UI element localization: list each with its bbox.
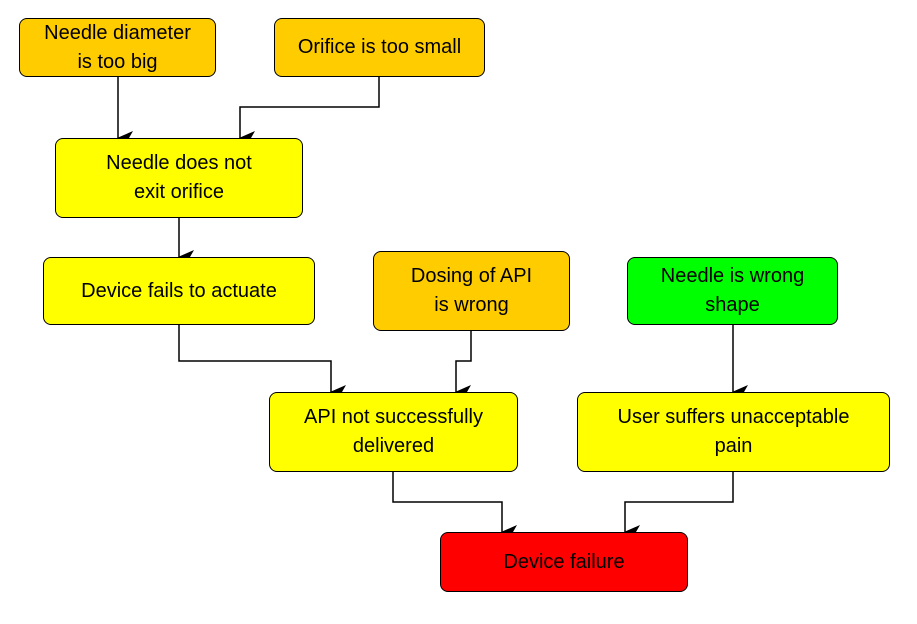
node-label: Orifice is too small <box>297 36 462 58</box>
node-label: Device failure <box>503 550 625 573</box>
node-label: Needle does not exit orifice <box>106 152 252 203</box>
node-label: Needle is wrong shape <box>660 265 805 316</box>
node-label: Needle diameter is too big <box>44 21 191 73</box>
connector-n2-to-n3 <box>239 77 380 145</box>
node-device-fails-to-actuate[interactable]: Device fails to actuate <box>43 257 315 325</box>
node-dosing-of-api-wrong[interactable]: Dosing of API is wrong <box>373 251 570 331</box>
node-needle-does-not-exit-orifice[interactable]: Needle does not exit orifice <box>55 138 303 218</box>
node-user-suffers-pain[interactable]: User suffers unacceptable pain <box>577 392 890 472</box>
node-label: Dosing of API is wrong <box>410 265 533 316</box>
node-label: Device fails to actuate <box>81 279 277 302</box>
node-api-not-delivered[interactable]: API not successfully delivered <box>269 392 518 472</box>
node-label: User suffers unacceptable pain <box>617 406 850 457</box>
connector-n4-to-n7 <box>178 325 346 399</box>
node-label: API not successfully delivered <box>304 406 483 457</box>
connector-n8-to-n9 <box>624 472 734 539</box>
connector-n7-to-n9 <box>392 472 517 539</box>
node-needle-wrong-shape[interactable]: Needle is wrong shape <box>627 257 838 325</box>
node-device-failure[interactable]: Device failure <box>440 532 688 592</box>
connector-n5-to-n7 <box>455 331 472 399</box>
node-needle-diameter-too-big[interactable]: Needle diameter is too big <box>19 18 216 77</box>
node-orifice-too-small[interactable]: Orifice is too small <box>274 18 485 77</box>
